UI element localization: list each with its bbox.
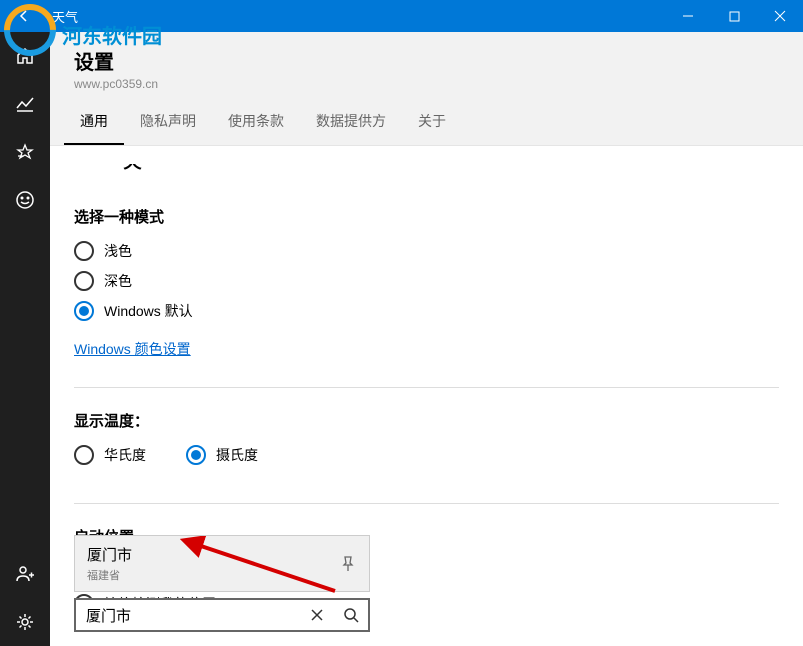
tab-general[interactable]: 通用 [64,99,124,145]
radio-light[interactable]: 浅色 [74,241,779,261]
radio-dark[interactable]: 深色 [74,271,779,291]
radio-windows-default[interactable]: Windows 默认 [74,301,779,321]
radio-label: 摄氏度 [216,445,258,465]
radio-icon [74,271,94,291]
clear-button[interactable] [300,600,334,630]
radio-label: 华氏度 [104,445,146,465]
back-button[interactable] [0,0,48,32]
suggestion-city: 厦门市 [87,544,339,565]
radio-label: 深色 [104,271,132,291]
temperature-title: 显示温度： [74,410,779,431]
nav-feedback[interactable] [0,176,50,224]
cut-heading: ㅡ ㅅ [74,164,779,182]
content-area: 设置 www.pc0359.cn 通用 隐私声明 使用条款 数据提供方 关于 ㅡ… [50,32,803,646]
search-input[interactable] [76,607,300,624]
radio-icon [74,241,94,261]
suggestion-province: 福建省 [87,567,339,583]
tabs: 通用 隐私声明 使用条款 数据提供方 关于 [50,99,803,145]
tab-privacy[interactable]: 隐私声明 [124,99,212,145]
nav-chart[interactable] [0,80,50,128]
page-title: 设置 [50,32,803,77]
window-title: 天气 [48,7,665,26]
sidebar [0,32,50,646]
nav-favorite[interactable] [0,128,50,176]
watermark-url: www.pc0359.cn [50,77,803,99]
nav-home[interactable] [0,32,50,80]
divider [74,387,779,388]
radio-icon [186,445,206,465]
location-suggestion[interactable]: 厦门市 福建省 [74,535,370,592]
divider [74,503,779,504]
mode-title: 选择一种模式 [74,206,779,227]
radio-fahrenheit[interactable]: 华氏度 [74,445,146,465]
radio-icon [74,301,94,321]
nav-settings[interactable] [0,598,50,646]
titlebar: 天气 [0,0,803,32]
color-settings-link[interactable]: Windows 颜色设置 [74,339,191,359]
tab-terms[interactable]: 使用条款 [212,99,300,145]
location-search [74,598,370,632]
tab-provider[interactable]: 数据提供方 [300,99,402,145]
pin-icon [339,555,357,573]
radio-label: Windows 默认 [104,301,193,321]
search-button[interactable] [334,600,368,630]
radio-celsius[interactable]: 摄氏度 [186,445,258,465]
tab-about[interactable]: 关于 [402,99,462,145]
maximize-button[interactable] [711,0,757,32]
minimize-button[interactable] [665,0,711,32]
radio-icon [74,445,94,465]
radio-label: 浅色 [104,241,132,261]
nav-account[interactable] [0,550,50,598]
close-button[interactable] [757,0,803,32]
